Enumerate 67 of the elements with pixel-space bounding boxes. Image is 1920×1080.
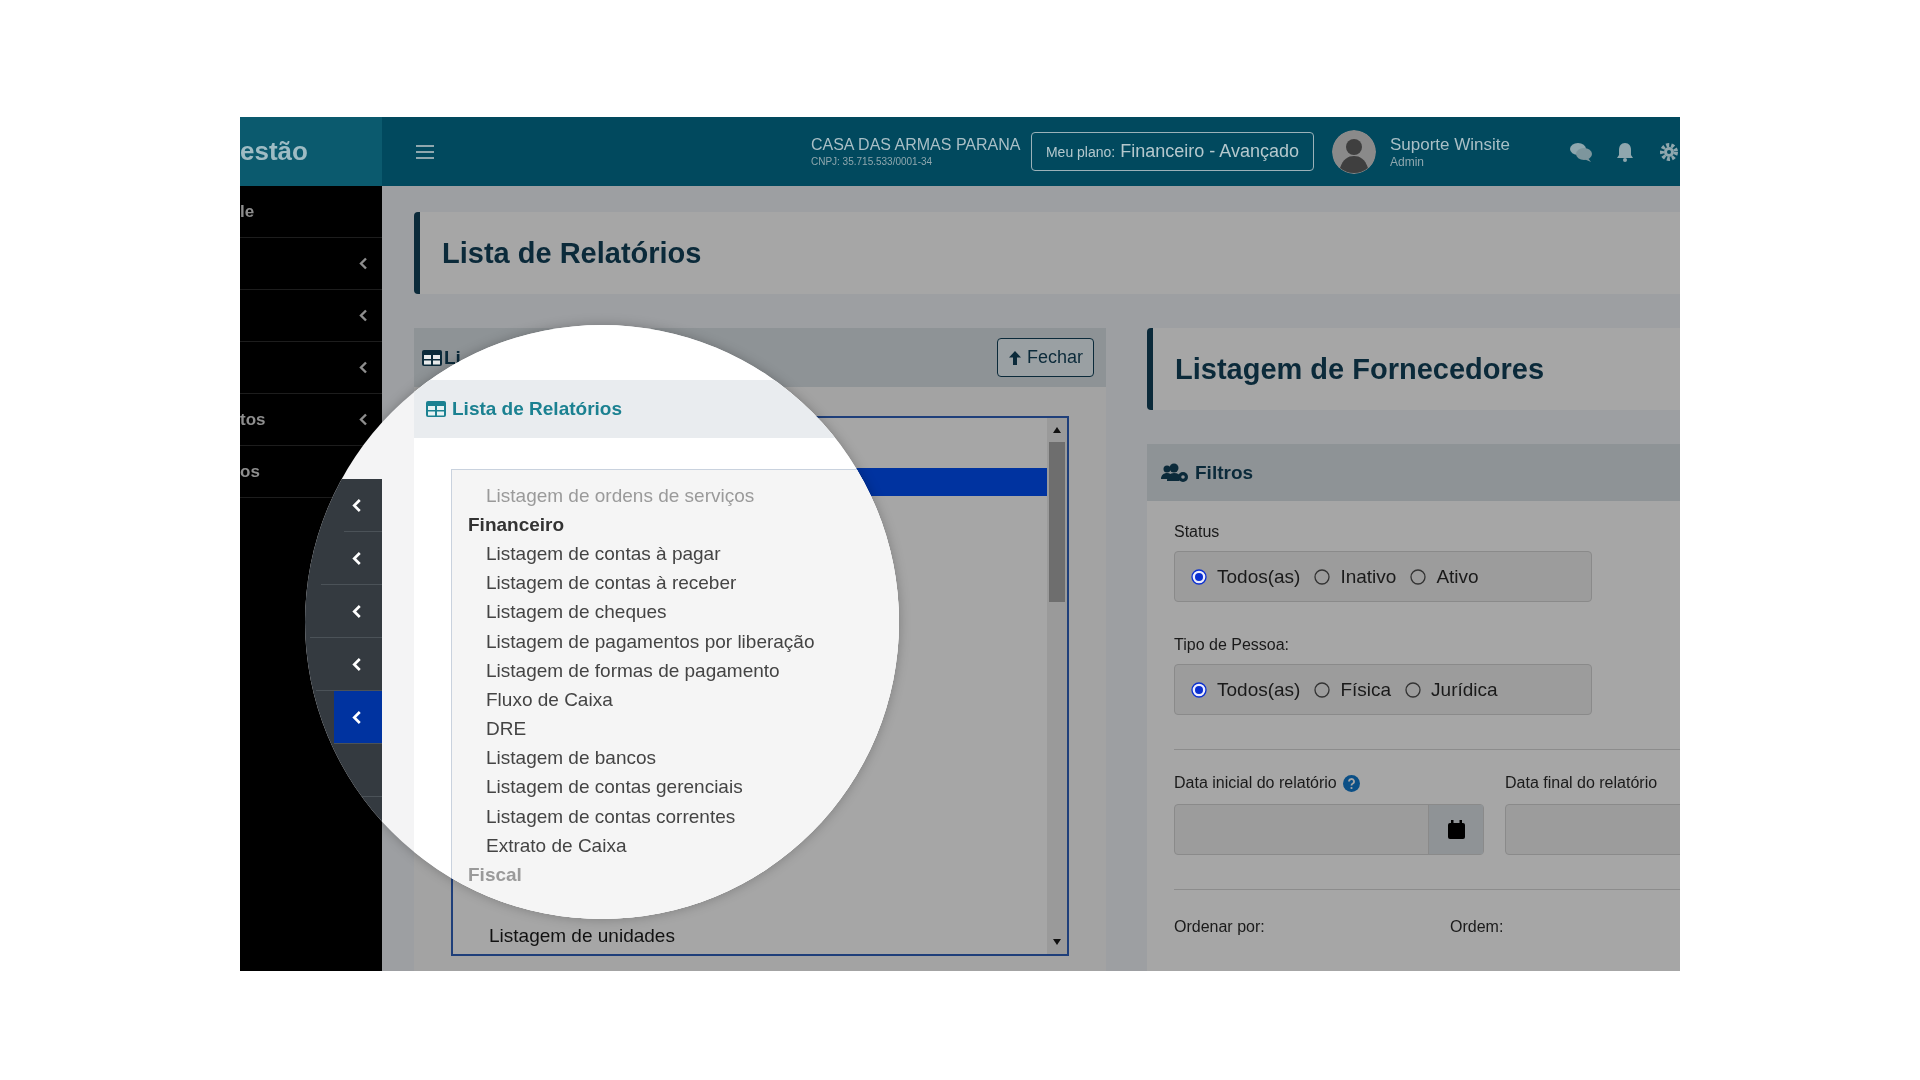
list-item[interactable]: Listagem de contas gerenciais (452, 772, 899, 803)
chevron-icon (352, 656, 362, 672)
radio-option[interactable]: Todos(as) (1191, 565, 1301, 588)
scroll-down-icon[interactable] (1052, 938, 1062, 946)
list-item[interactable]: Listagem de unidades (453, 922, 1047, 950)
field-label: Data final do relatório (1505, 774, 1658, 792)
chevron-icon (359, 257, 368, 270)
detail-title: Listagem de Fornecedores (1175, 352, 1545, 386)
chevron-icon (352, 497, 362, 513)
radio-option[interactable]: Física (1314, 678, 1392, 701)
arrow-up-icon (1007, 349, 1022, 366)
chevron-icon (352, 709, 362, 725)
list-item[interactable]: Fluxo de Caixa (452, 685, 899, 715)
panel-title: Lista de Relatórios (452, 398, 622, 420)
filters-title: Filtros (1195, 461, 1254, 484)
sidebar-label[interactable]: os (240, 461, 260, 482)
radio-option[interactable]: Todos(as) (1191, 678, 1301, 701)
panel-title: Li (444, 346, 461, 369)
company-id: CNPJ: 35.715.533/0001-34 (810, 156, 934, 167)
list-item[interactable]: Listagem de cheques (452, 597, 899, 627)
radio-option[interactable]: Ativo (1410, 565, 1479, 588)
group-heading: Financeiro (467, 512, 566, 537)
list-item[interactable]: Listagem de contas correntes (452, 802, 899, 832)
chevron-icon (352, 550, 362, 566)
field-label: Status (1174, 523, 1221, 541)
brand-title: estão (240, 117, 382, 186)
page-title: Lista de Relatórios (442, 236, 702, 270)
chevron-icon (352, 603, 362, 619)
table-icon (426, 401, 446, 417)
user-name: Suporte Winsite (1390, 134, 1511, 155)
scroll-up-icon[interactable] (1052, 426, 1062, 434)
radio-option[interactable]: Inativo (1314, 565, 1397, 588)
users-gear-icon (1161, 462, 1189, 483)
settings-icon[interactable] (1658, 141, 1680, 162)
user-role: Admin (1390, 154, 1425, 169)
scroll-thumb[interactable] (1049, 442, 1065, 602)
table-icon (422, 349, 442, 366)
group-heading: Fiscal (467, 863, 523, 888)
field-label: Ordenar por: (1174, 918, 1266, 936)
list-item[interactable]: DRE (452, 714, 899, 744)
field-label: Data inicial do relatório (1174, 774, 1337, 792)
sidebar-label[interactable]: tos (240, 409, 266, 430)
date-field[interactable] (1174, 804, 1484, 855)
field-label: Ordem: (1450, 918, 1505, 936)
chat-icon[interactable] (1570, 141, 1592, 162)
avatar-icon[interactable] (1332, 129, 1376, 174)
chevron-icon (359, 361, 368, 374)
list-item[interactable]: Extrato de Caixa (452, 831, 899, 861)
chevron-icon (359, 309, 368, 322)
list-item[interactable]: Listagem de formas de pagamento (452, 656, 899, 686)
field-label: Tipo de Pessoa: (1174, 636, 1291, 654)
calendar-button[interactable] (1428, 805, 1483, 854)
sidebar-label[interactable]: le (240, 201, 255, 222)
calendar-icon (1447, 820, 1465, 839)
scrollbar[interactable] (1047, 418, 1067, 954)
menu-icon[interactable] (416, 144, 434, 159)
list-item[interactable]: Listagem de contas à receber (452, 568, 899, 598)
radio-option[interactable]: Jurídica (1405, 678, 1498, 701)
close-button[interactable]: Fechar (996, 338, 1094, 377)
list-item[interactable]: Listagem de pagamentos por liberação (452, 626, 899, 657)
company-name: CASA DAS ARMAS PARANA (810, 136, 1022, 154)
plan-button[interactable]: Meu plano: Financeiro - Avançado (1030, 132, 1314, 171)
bell-icon[interactable] (1614, 141, 1636, 162)
chevron-icon (359, 413, 368, 426)
list-item[interactable]: Listagem de bancos (452, 743, 899, 773)
help-icon[interactable] (1342, 774, 1360, 792)
list-item[interactable]: Listagem de contas à pagar (452, 539, 899, 569)
